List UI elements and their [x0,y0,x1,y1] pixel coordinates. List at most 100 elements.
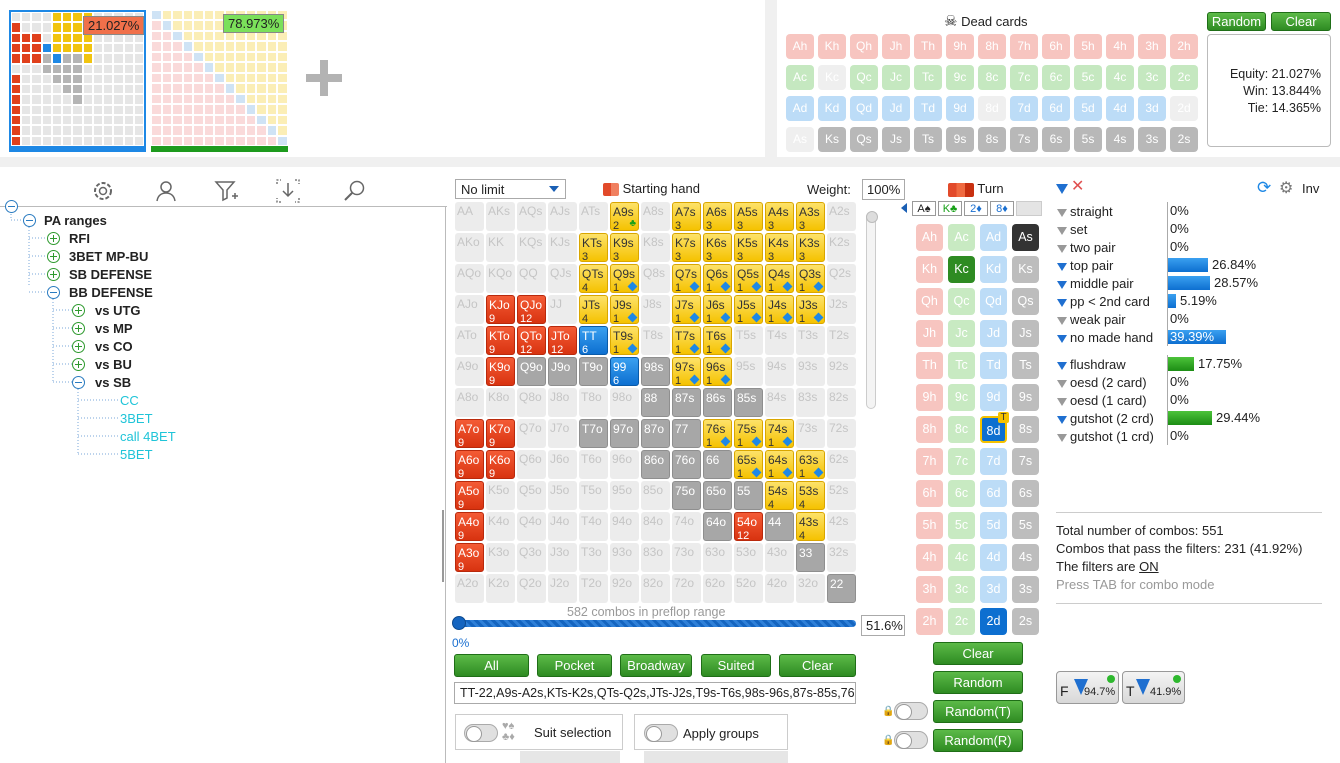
random-t-lock-toggle[interactable] [894,702,928,720]
hand-cell-94s[interactable]: 94s [765,357,794,386]
hand-cell-J2o[interactable]: J2o [548,574,577,603]
dead-card-Tc[interactable]: Tc [914,65,942,90]
filter-row[interactable]: straight [1057,204,1113,219]
turn-card-Qs[interactable]: Qs [1012,288,1039,315]
game-type-select[interactable]: No limit [455,179,566,199]
turn-random-r-button[interactable]: Random(R) [933,729,1023,752]
hand-cell-K7o[interactable]: K7o 9 [486,419,515,448]
turn-card-Kh[interactable]: Kh [916,256,943,283]
dead-card-Kh[interactable]: Kh [818,34,846,59]
filters-on-link[interactable]: ON [1139,559,1159,574]
hand-cell-73s[interactable]: 73s [796,419,825,448]
dead-card-3h[interactable]: 3h [1138,34,1166,59]
turn-card-2c[interactable]: 2c [948,608,975,635]
hand-cell-J6o[interactable]: J6o [548,450,577,479]
hand-cell-A7s[interactable]: A7s 3 [672,202,701,231]
hand-cell-Q7s[interactable]: Q7s 1 [672,264,701,293]
hand-cell-83o[interactable]: 83o [641,543,670,572]
hand-cell-K7s[interactable]: K7s 3 [672,233,701,262]
hand-cell-96o[interactable]: 96o [610,450,639,479]
dead-card-2s[interactable]: 2s [1170,127,1198,152]
hand-cell-JTs[interactable]: JTs 4 [579,295,608,324]
weight-input[interactable]: 100% [862,179,905,200]
user-icon[interactable] [153,178,179,204]
dead-card-2d[interactable]: 2d [1170,96,1198,121]
hand-cell-QQ[interactable]: QQ [517,264,546,293]
hand-cell-T4o[interactable]: T4o [579,512,608,541]
hand-cell-JJ[interactable]: JJ [548,295,577,324]
dead-card-2h[interactable]: 2h [1170,34,1198,59]
range-text-input[interactable]: TT-22,A9s-A2s,KTs-K2s,QTs-Q2s,JTs-J2s,T9… [454,682,856,704]
turn-card-3h[interactable]: 3h [916,576,943,603]
hand-cell-A2o[interactable]: A2o [455,574,484,603]
hand-cell-62s[interactable]: 62s [827,450,856,479]
hand-cell-K4o[interactable]: K4o [486,512,515,541]
hand-cell-QJo[interactable]: QJo 12 [517,295,546,324]
hand-cell-K8s[interactable]: K8s [641,233,670,262]
hand-cell-J6s[interactable]: J6s 1 [703,295,732,324]
hand-cell-75o[interactable]: 75o [672,481,701,510]
turn-card-2s[interactable]: 2s [1012,608,1039,635]
import-icon[interactable] [275,178,301,204]
dead-card-Js[interactable]: Js [882,127,910,152]
hand-cell-K5o[interactable]: K5o [486,481,515,510]
hand-cell-A4s[interactable]: A4s 3 [765,202,794,231]
hand-cell-J8o[interactable]: J8o [548,388,577,417]
dead-card-Kd[interactable]: Kd [818,96,846,121]
hand-cell-82o[interactable]: 82o [641,574,670,603]
hand-cell-AKs[interactable]: AKs [486,202,515,231]
hand-cell-44[interactable]: 44 [765,512,794,541]
hand-cell-53s[interactable]: 53s 4 [796,481,825,510]
hand-cell-93s[interactable]: 93s [796,357,825,386]
filter-row[interactable]: middle pair [1057,276,1134,291]
hand-cell-54o[interactable]: 54o 12 [734,512,763,541]
hand-cell-72o[interactable]: 72o [672,574,701,603]
turn-card-Ah[interactable]: Ah [916,224,943,251]
lock-icon[interactable]: 🔒 [882,706,894,717]
select-all-button[interactable]: All [454,654,529,677]
starting-hand[interactable]: Starting hand [603,181,700,197]
hand-cell-77[interactable]: 77 [672,419,701,448]
hand-cell-86o[interactable]: 86o [641,450,670,479]
hand-cell-83s[interactable]: 83s [796,388,825,417]
hand-cell-52o[interactable]: 52o [734,574,763,603]
dead-card-Qh[interactable]: Qh [850,34,878,59]
dead-card-Qs[interactable]: Qs [850,127,878,152]
hand-cell-88[interactable]: 88 [641,388,670,417]
hand-cell-J7s[interactable]: J7s 1 [672,295,701,324]
hand-cell-66[interactable]: 66 [703,450,732,479]
dead-card-Ah[interactable]: Ah [786,34,814,59]
hand-cell-KQs[interactable]: KQs [517,233,546,262]
dead-card-9h[interactable]: 9h [946,34,974,59]
turn-card-Jh[interactable]: Jh [916,320,943,347]
hand-cell-87s[interactable]: 87s [672,388,701,417]
hand-cell-AQo[interactable]: AQo [455,264,484,293]
hand-cell-Q8s[interactable]: Q8s [641,264,670,293]
dead-card-7s[interactable]: 7s [1010,127,1038,152]
filter-row[interactable]: no made hand [1057,330,1153,345]
hand-cell-97s[interactable]: 97s 1 [672,357,701,386]
hand-cell-33[interactable]: 33 [796,543,825,572]
turn-card-9s[interactable]: 9s [1012,384,1039,411]
hand-cell-J3s[interactable]: J3s 1 [796,295,825,324]
hand-cell-A6o[interactable]: A6o 9 [455,450,484,479]
flop-filter-button[interactable]: F 94.7% [1056,671,1119,704]
turn-card-Ts[interactable]: Ts [1012,352,1039,379]
board-card[interactable]: A♠ [912,201,936,216]
hand-cell-42o[interactable]: 42o [765,574,794,603]
turn-card-3d[interactable]: 3d [980,576,1007,603]
hand-cell-Q9o[interactable]: Q9o [517,357,546,386]
turn-clear-button[interactable]: Clear [933,642,1023,665]
add-range-icon[interactable] [306,60,342,96]
dead-card-Jh[interactable]: Jh [882,34,910,59]
hand-cell-AKo[interactable]: AKo [455,233,484,262]
hand-cell-87o[interactable]: 87o [641,419,670,448]
hand-cell-72s[interactable]: 72s [827,419,856,448]
hand-cell-64o[interactable]: 64o [703,512,732,541]
hand-cell-96s[interactable]: 96s 1 [703,357,732,386]
dead-card-9d[interactable]: 9d [946,96,974,121]
hand-cell-55[interactable]: 55 [734,481,763,510]
turn-card-9h[interactable]: 9h [916,384,943,411]
turn-card-7h[interactable]: 7h [916,448,943,475]
lock-icon[interactable]: 🔒 [882,735,894,746]
